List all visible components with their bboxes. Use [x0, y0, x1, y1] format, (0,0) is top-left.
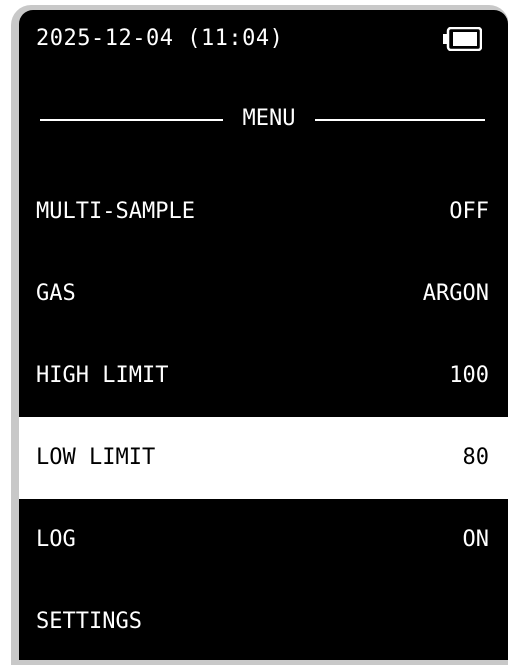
menu-item-gas[interactable]: GAS ARGON — [19, 253, 508, 335]
menu-item-label: SETTINGS — [36, 609, 142, 634]
battery-icon — [443, 27, 482, 51]
header-rule-right — [315, 119, 485, 121]
battery-level-fill — [453, 32, 477, 46]
menu-item-value: 80 — [462, 445, 490, 470]
menu-item-label: GAS — [36, 281, 76, 306]
status-bar: 2025-12-04 (11:04) — [19, 10, 508, 70]
menu-title: MENU — [242, 106, 296, 131]
menu-item-settings[interactable]: SETTINGS — [19, 581, 508, 660]
menu-header: MENU — [19, 100, 508, 140]
menu-list: MULTI-SAMPLE OFF GAS ARGON HIGH LIMIT 10… — [19, 171, 508, 660]
menu-item-label: MULTI-SAMPLE — [36, 199, 195, 224]
menu-item-label: LOG — [36, 527, 76, 552]
header-rule-left — [40, 119, 223, 121]
datetime-display: 2025-12-04 (11:04) — [36, 26, 284, 51]
menu-item-value: 100 — [449, 363, 489, 388]
menu-item-log[interactable]: LOG ON — [19, 499, 508, 581]
menu-item-value: ON — [462, 527, 490, 552]
menu-item-low-limit[interactable]: LOW LIMIT 80 — [19, 417, 508, 499]
menu-item-value: OFF — [449, 199, 489, 224]
menu-item-value: ARGON — [422, 281, 489, 306]
menu-item-high-limit[interactable]: HIGH LIMIT 100 — [19, 335, 508, 417]
device-screen: 2025-12-04 (11:04) MENU MULTI-SAMPLE OFF… — [19, 10, 508, 660]
menu-item-label: HIGH LIMIT — [36, 363, 169, 388]
menu-item-label: LOW LIMIT — [36, 445, 156, 470]
menu-item-multi-sample[interactable]: MULTI-SAMPLE OFF — [19, 171, 508, 253]
